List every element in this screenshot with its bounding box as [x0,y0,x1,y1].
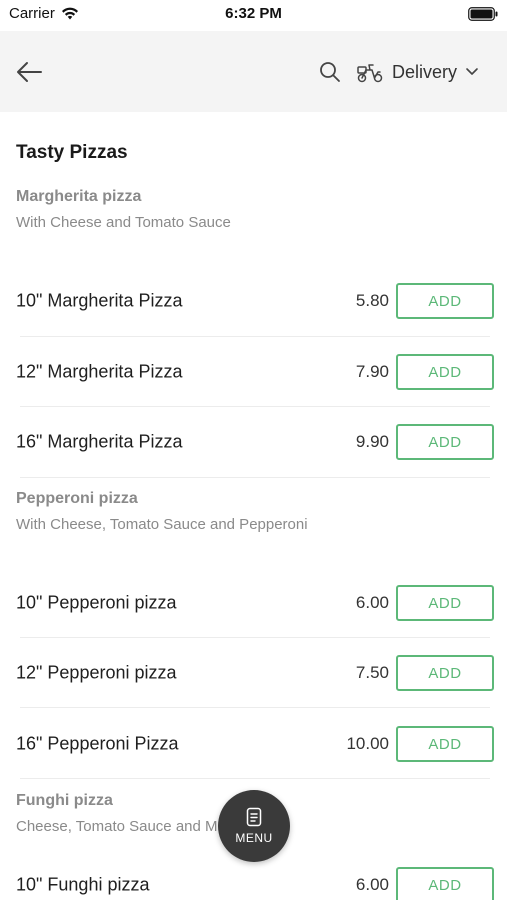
menu-fab-button[interactable]: MENU [218,790,290,862]
group-description: With Cheese and Tomato Sauce [16,214,231,231]
section-title: Tasty Pizzas [16,142,128,163]
menu-item-row: 10" Margherita Pizza 5.80 ADD [0,266,507,336]
item-price: 7.90 [355,362,389,381]
delivery-scooter-icon [357,64,383,83]
item-name: 10" Funghi pizza [16,874,150,895]
group-header-pepperoni: Pepperoni pizza With Cheese, Tomato Sauc… [16,490,308,533]
add-button[interactable]: ADD [396,867,494,900]
divider [20,778,490,779]
item-name: 16" Pepperoni Pizza [16,733,179,754]
group-name: Pepperoni pizza [16,490,138,507]
group-description: With Cheese, Tomato Sauce and Pepperoni [16,516,308,533]
divider [20,707,490,708]
menu-item-row: 10" Pepperoni pizza 6.00 ADD [0,568,507,638]
menu-item-row: 16" Pepperoni Pizza 10.00 ADD [0,709,507,779]
item-price: 5.80 [355,291,389,310]
group-name: Margherita pizza [16,188,142,205]
item-name: 10" Pepperoni pizza [16,592,177,613]
group-header-margherita: Margherita pizza With Cheese and Tomato … [16,188,231,231]
menu-fab-label: MENU [235,831,273,845]
group-description: Cheese, Tomato Sauce and M [16,818,218,835]
item-name: 16" Margherita Pizza [16,431,183,452]
item-price: 7.50 [355,663,389,682]
search-icon [320,62,340,82]
chevron-down-icon [466,68,478,75]
add-button[interactable]: ADD [396,424,494,460]
back-arrow-icon [17,62,42,82]
menu-icon [246,807,262,827]
divider [20,477,490,478]
status-time: 6:32 PM [225,5,282,22]
item-name: 12" Margherita Pizza [16,361,183,382]
app-bar: Delivery [0,31,507,112]
menu-item-row: 12" Margherita Pizza 7.90 ADD [0,337,507,407]
add-button[interactable]: ADD [396,726,494,762]
item-price: 9.90 [355,432,389,451]
back-button[interactable] [12,55,46,89]
battery-icon [468,7,498,21]
item-price: 6.00 [355,875,389,894]
search-button[interactable] [316,58,344,86]
delivery-mode-selector[interactable]: Delivery [356,55,479,89]
add-button[interactable]: ADD [396,655,494,691]
item-price: 6.00 [355,593,389,612]
menu-item-row: 16" Margherita Pizza 9.90 ADD [0,407,507,477]
item-name: 12" Pepperoni pizza [16,662,177,683]
item-price: 10.00 [346,734,389,753]
item-name: 10" Margherita Pizza [16,290,183,311]
status-bar: Carrier 6:32 PM [0,0,507,30]
add-button[interactable]: ADD [396,354,494,390]
add-button[interactable]: ADD [396,585,494,621]
menu-item-row: 12" Pepperoni pizza 7.50 ADD [0,638,507,708]
delivery-label: Delivery [392,61,458,82]
add-button[interactable]: ADD [396,283,494,319]
group-name: Funghi pizza [16,792,113,809]
group-header-funghi: Funghi pizza Cheese, Tomato Sauce and M [16,792,218,835]
